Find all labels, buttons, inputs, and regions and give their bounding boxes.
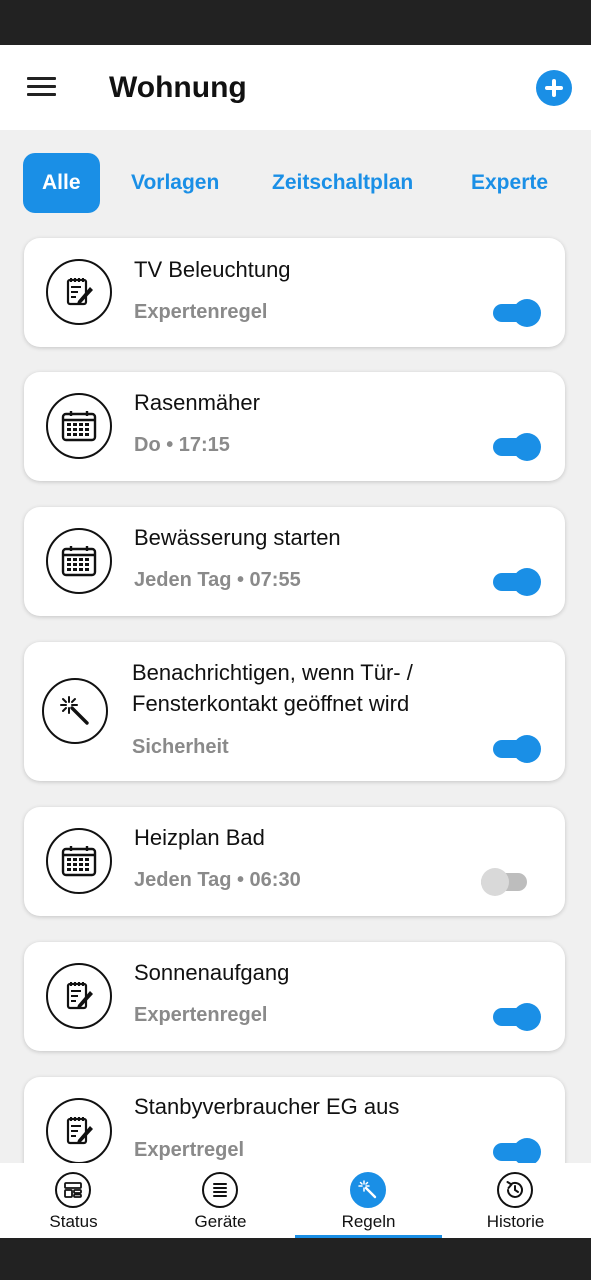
nav-item-geraete[interactable]: Geräte [147, 1163, 294, 1238]
page-title: Wohnung [109, 71, 247, 104]
nav-item-regeln[interactable]: Regeln [295, 1163, 442, 1238]
rule-card-benachrichtigen[interactable]: Benachrichtigen, wenn Tür- / Fensterkont… [24, 642, 565, 781]
rule-toggle[interactable] [493, 299, 541, 327]
rule-card-bewaesserung[interactable]: Bewässerung starten Jeden Tag • 07:55 [24, 507, 565, 616]
rule-toggle[interactable] [493, 1003, 541, 1031]
nav-item-status[interactable]: Status [0, 1163, 147, 1238]
rule-title: Rasenmäher [134, 390, 260, 415]
notepad-pencil-icon [46, 259, 112, 325]
rule-title: TV Beleuchtung [134, 257, 291, 282]
rule-card-tv-beleuchtung[interactable]: TV Beleuchtung Expertenregel [24, 238, 565, 347]
app-header: Wohnung [0, 45, 591, 130]
hamburger-icon [27, 77, 56, 80]
nav-label: Regeln [341, 1212, 396, 1231]
nav-label: Historie [486, 1212, 545, 1231]
rule-title-line1: Benachrichtigen, wenn Tür- / [132, 660, 413, 685]
rule-title: Heizplan Bad [134, 825, 265, 850]
notepad-pencil-icon [46, 963, 112, 1029]
tab-zeitschaltplan[interactable]: Zeitschaltplan [272, 153, 413, 213]
menu-button[interactable] [22, 73, 62, 103]
nav-item-historie[interactable]: Historie [442, 1163, 589, 1238]
magic-wand-icon [350, 1172, 386, 1208]
rule-subtitle: Jeden Tag • 07:55 [134, 569, 301, 591]
rule-card-heizplan-bad[interactable]: Heizplan Bad Jeden Tag • 06:30 [24, 807, 565, 916]
rule-title: Sonnenaufgang [134, 960, 290, 985]
rule-subtitle: Do • 17:15 [134, 434, 230, 456]
history-icon [497, 1172, 533, 1208]
calendar-icon [46, 828, 112, 894]
rule-subtitle: Expertenregel [134, 301, 268, 323]
rule-subtitle: Expertenregel [134, 1004, 268, 1026]
tab-alle[interactable]: Alle [23, 153, 100, 213]
nav-label: Status [49, 1212, 98, 1231]
rule-toggle[interactable] [493, 433, 541, 461]
list-icon [202, 1172, 238, 1208]
rule-toggle[interactable] [493, 735, 541, 763]
rule-toggle[interactable] [481, 868, 529, 896]
rule-card-sonnenaufgang[interactable]: Sonnenaufgang Expertenregel [24, 942, 565, 1051]
magic-wand-icon [42, 678, 108, 744]
bottom-navigation: Status Geräte Regeln Historie [0, 1163, 591, 1239]
rule-toggle[interactable] [493, 568, 541, 596]
rule-subtitle: Expertregel [134, 1139, 245, 1161]
filter-tabs: Alle Vorlagen Zeitschaltplan Experte [0, 130, 591, 230]
rule-title: Stanbyverbraucher EG aus [134, 1094, 400, 1119]
system-navigation-bar [0, 1238, 591, 1280]
rule-subtitle: Jeden Tag • 06:30 [134, 869, 301, 891]
rule-title-line2: Fensterkontakt geöffnet wird [132, 691, 410, 716]
rule-title: Bewässerung starten [134, 525, 341, 550]
notepad-pencil-icon [46, 1098, 112, 1164]
dashboard-icon [55, 1172, 91, 1208]
rule-toggle[interactable] [493, 1138, 541, 1166]
calendar-icon [46, 528, 112, 594]
system-status-bar [0, 0, 591, 45]
add-rule-button[interactable] [536, 70, 572, 106]
calendar-icon [46, 393, 112, 459]
rule-subtitle: Sicherheit [132, 736, 229, 758]
tab-vorlagen[interactable]: Vorlagen [131, 153, 219, 213]
tab-experte[interactable]: Experte [471, 153, 548, 213]
nav-label: Geräte [194, 1212, 247, 1231]
rule-card-rasenmaeher[interactable]: Rasenmäher Do • 17:15 [24, 372, 565, 481]
